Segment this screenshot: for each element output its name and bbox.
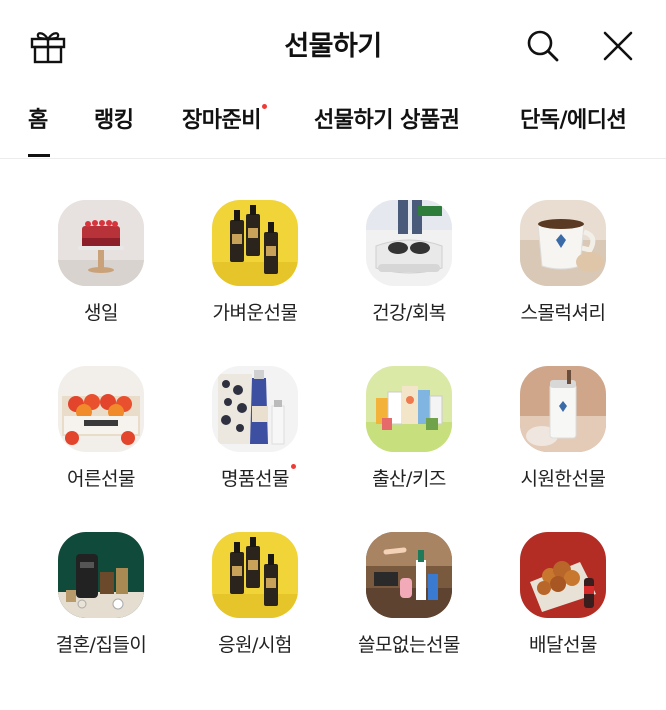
hand-cream-image (212, 366, 298, 452)
new-dot-badge (261, 104, 267, 109)
serum-bottles-image (212, 532, 298, 618)
tab-exclusive-edition[interactable]: 단독/에디션 (520, 102, 627, 134)
tab-ranking[interactable]: 랭킹 (94, 102, 134, 134)
kids-products-image (366, 366, 452, 452)
category-small-luxury[interactable]: 스몰럭셔리 (488, 200, 638, 325)
new-dot-badge (290, 464, 296, 469)
category-label: 건강/회복 (372, 302, 446, 324)
tumbler-image (520, 366, 606, 452)
category-useless-gift[interactable]: 쓸모없는선물 (334, 532, 484, 657)
category-label: 결혼/집들이 (55, 634, 147, 656)
category-label: 출산/키즈 (372, 468, 446, 490)
desk-gadgets-image (366, 532, 452, 618)
birthday-cake-image (58, 200, 144, 286)
category-health-recovery[interactable]: 건강/회복 (334, 200, 484, 325)
category-baby-kids[interactable]: 출산/키즈 (334, 366, 484, 491)
coffee-cup-image (520, 200, 606, 286)
tab-rainy-season[interactable]: 장마준비 (182, 102, 267, 134)
tab-bar: 홈 랭킹 장마준비 선물하기 상품권 단독/에디션 (0, 92, 666, 159)
top-bar: 선물하기 (0, 0, 666, 92)
tab-home[interactable]: 홈 (28, 102, 48, 134)
category-luxury-gift[interactable]: 명품선물 (180, 366, 330, 491)
category-label: 생일 (84, 302, 118, 324)
coffee-machine-image (58, 532, 144, 618)
serum-bottles-image (212, 200, 298, 286)
category-label: 가벼운선물 (212, 302, 298, 324)
category-label: 명품선물 (221, 464, 296, 491)
category-label: 스몰럭셔리 (520, 302, 606, 324)
category-label: 시원한선물 (520, 468, 606, 490)
tab-gift-voucher[interactable]: 선물하기 상품권 (314, 102, 460, 134)
foot-massager-image (366, 200, 452, 286)
active-tab-indicator (28, 154, 50, 157)
page-title: 선물하기 (284, 31, 382, 62)
category-wedding-housewarming[interactable]: 결혼/집들이 (26, 532, 176, 657)
category-elders-gift[interactable]: 어른선물 (26, 366, 176, 491)
fried-chicken-image (520, 532, 606, 618)
category-label: 어른선물 (67, 468, 135, 490)
category-birthday[interactable]: 생일 (26, 200, 176, 325)
category-delivery-gift[interactable]: 배달선물 (488, 532, 638, 657)
category-label: 쓸모없는선물 (358, 634, 460, 656)
category-cool-gift[interactable]: 시원한선물 (488, 366, 638, 491)
category-light-gift[interactable]: 가벼운선물 (180, 200, 330, 325)
search-icon[interactable] (524, 27, 562, 65)
close-icon[interactable] (600, 28, 636, 64)
category-label: 배달선물 (529, 634, 597, 656)
category-label: 응원/시험 (218, 634, 292, 656)
fruit-box-image (58, 366, 144, 452)
category-cheer-exam[interactable]: 응원/시험 (180, 532, 330, 657)
